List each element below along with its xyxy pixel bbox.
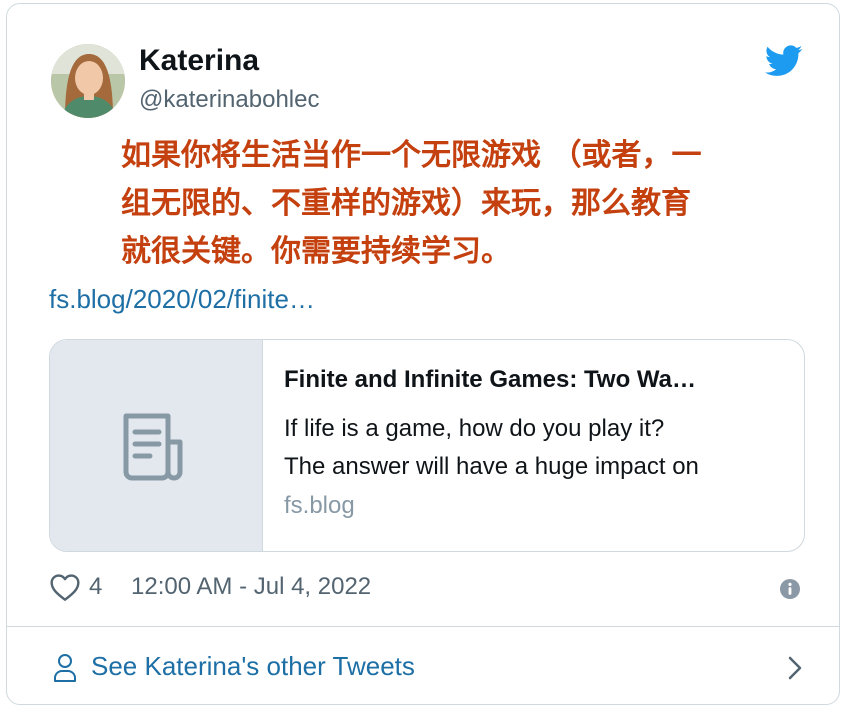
see-other-tweets-label: See Katerina's other Tweets — [91, 651, 415, 681]
tweet-text-line: 组无限的、不重样的游戏）来玩，那么教育 — [121, 186, 691, 221]
preview-description-line: If life is a game, how do you play it? — [284, 415, 665, 442]
tweet-text: 如果你将生活当作一个无限游戏 （或者，一 组无限的、不重样的游戏）来玩，那么教育… — [121, 132, 781, 276]
preview-domain: fs.blog — [284, 492, 355, 519]
link-preview-card[interactable]: Finite and Infinite Games: Two Wa… If li… — [49, 339, 805, 552]
preview-media — [50, 340, 263, 551]
preview-description: If life is a game, how do you play it? T… — [284, 410, 784, 486]
avatar-photo — [51, 44, 125, 118]
document-icon — [123, 413, 183, 481]
tweet-card: Katerina @katerinabohlec 如果你将生活当作一个无限游戏 … — [6, 3, 840, 705]
preview-description-line: The answer will have a huge impact on — [284, 453, 699, 480]
tweet-text-line: 如果你将生活当作一个无限游戏 （或者，一 — [121, 138, 702, 173]
tweet-text-line: 就很关键。你需要持续学习。 — [121, 234, 511, 269]
author-handle[interactable]: @katerinabohlec — [139, 86, 319, 114]
like-count: 4 — [89, 573, 103, 600]
tweet-meta: 4 12:00 AM - Jul 4, 2022 — [49, 570, 809, 606]
chevron-right-icon — [788, 656, 802, 680]
see-other-tweets-link[interactable]: See Katerina's other Tweets — [7, 627, 839, 703]
person-icon — [54, 654, 76, 682]
tweet-link[interactable]: fs.blog/2020/02/finite… — [49, 284, 315, 315]
info-icon[interactable] — [779, 578, 801, 600]
avatar[interactable] — [51, 44, 125, 118]
heart-icon[interactable] — [49, 572, 81, 602]
twitter-bird-icon[interactable] — [765, 44, 803, 78]
preview-title: Finite and Infinite Games: Two Wa… — [284, 366, 697, 393]
author-display-name[interactable]: Katerina — [139, 44, 259, 78]
tweet-timestamp[interactable]: 12:00 AM - Jul 4, 2022 — [131, 573, 371, 601]
